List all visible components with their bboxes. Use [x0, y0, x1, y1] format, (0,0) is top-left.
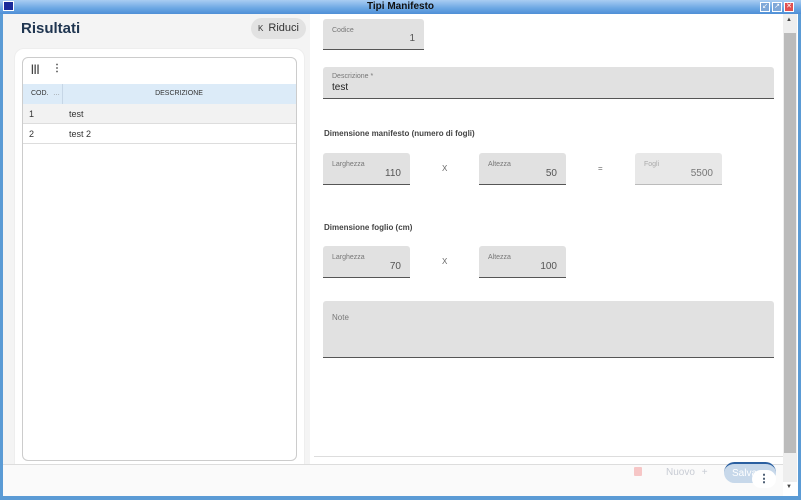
larghezza-value: 110	[385, 168, 401, 179]
results-grid: ||| ⋮ COD. … DESCRIZIONE 1 test 2 test 2	[22, 57, 297, 461]
column-menu-icon[interactable]: …	[53, 84, 60, 104]
maximize-icon[interactable]: ↗	[772, 2, 782, 12]
column-header-description[interactable]: DESCRIZIONE	[62, 84, 296, 104]
column-header-code[interactable]: COD.	[31, 84, 49, 104]
table-row[interactable]: 2 test 2	[23, 124, 296, 144]
altezza-value: 50	[545, 168, 557, 179]
fogli-label: Fogli	[644, 161, 660, 168]
minimize-icon[interactable]: ↙	[760, 2, 770, 12]
divider	[314, 456, 783, 457]
window-title: Tipi Manifesto	[366, 1, 435, 12]
cell-description: test 2	[69, 129, 92, 139]
foglio-larghezza-field[interactable]: Larghezza 70	[323, 246, 410, 278]
altezza-value: 100	[540, 261, 557, 272]
altezza-label: Altezza	[488, 161, 511, 168]
cell-code: 2	[29, 129, 35, 139]
foglio-altezza-field[interactable]: Altezza 100	[479, 246, 566, 278]
collapse-button[interactable]: K Riduci	[251, 18, 306, 39]
collapse-icon: K	[258, 24, 264, 33]
new-button[interactable]: Nuovo +	[666, 467, 708, 478]
codice-label: Codice	[332, 27, 354, 34]
section-manifesto-title: Dimensione manifesto (numero di fogli)	[324, 129, 475, 138]
descrizione-value: test	[332, 82, 349, 93]
cell-description: test	[69, 109, 84, 119]
note-field[interactable]: Note	[323, 301, 774, 358]
altezza-label: Altezza	[488, 254, 511, 261]
larghezza-label: Larghezza	[332, 161, 365, 168]
manifesto-altezza-field[interactable]: Altezza 50	[479, 153, 566, 185]
descrizione-label: Descrizione *	[332, 73, 374, 80]
scrollbar-thumb[interactable]	[784, 33, 796, 453]
grid-header: COD. … DESCRIZIONE	[23, 84, 296, 104]
results-title: Risultati	[21, 20, 81, 37]
table-row[interactable]: 1 test	[23, 104, 296, 124]
codice-value: 1	[409, 33, 415, 44]
note-label: Note	[332, 313, 349, 322]
columns-icon[interactable]: |||	[31, 64, 39, 75]
more-actions-icon[interactable]: ⋮	[752, 470, 776, 488]
more-options-icon[interactable]: ⋮	[52, 63, 62, 74]
larghezza-label: Larghezza	[332, 254, 365, 261]
plus-icon: +	[701, 467, 708, 478]
new-label: Nuovo	[666, 467, 695, 478]
fogli-field: Fogli 5500	[635, 153, 722, 185]
equals-sign: =	[598, 164, 603, 173]
delete-icon[interactable]	[634, 467, 642, 476]
times-sign: X	[442, 164, 448, 173]
section-foglio-title: Dimensione foglio (cm)	[324, 223, 413, 232]
times-sign: X	[442, 257, 448, 266]
fogli-value: 5500	[690, 168, 713, 179]
close-icon[interactable]: ✕	[784, 2, 794, 12]
larghezza-value: 70	[389, 261, 401, 272]
cell-code: 1	[29, 109, 35, 119]
descrizione-field[interactable]: Descrizione * test	[323, 67, 774, 99]
scroll-up-icon[interactable]: ▲	[786, 17, 792, 23]
scroll-down-icon[interactable]: ▼	[786, 484, 792, 490]
manifesto-larghezza-field[interactable]: Larghezza 110	[323, 153, 410, 185]
codice-field[interactable]: Codice 1	[323, 19, 424, 50]
